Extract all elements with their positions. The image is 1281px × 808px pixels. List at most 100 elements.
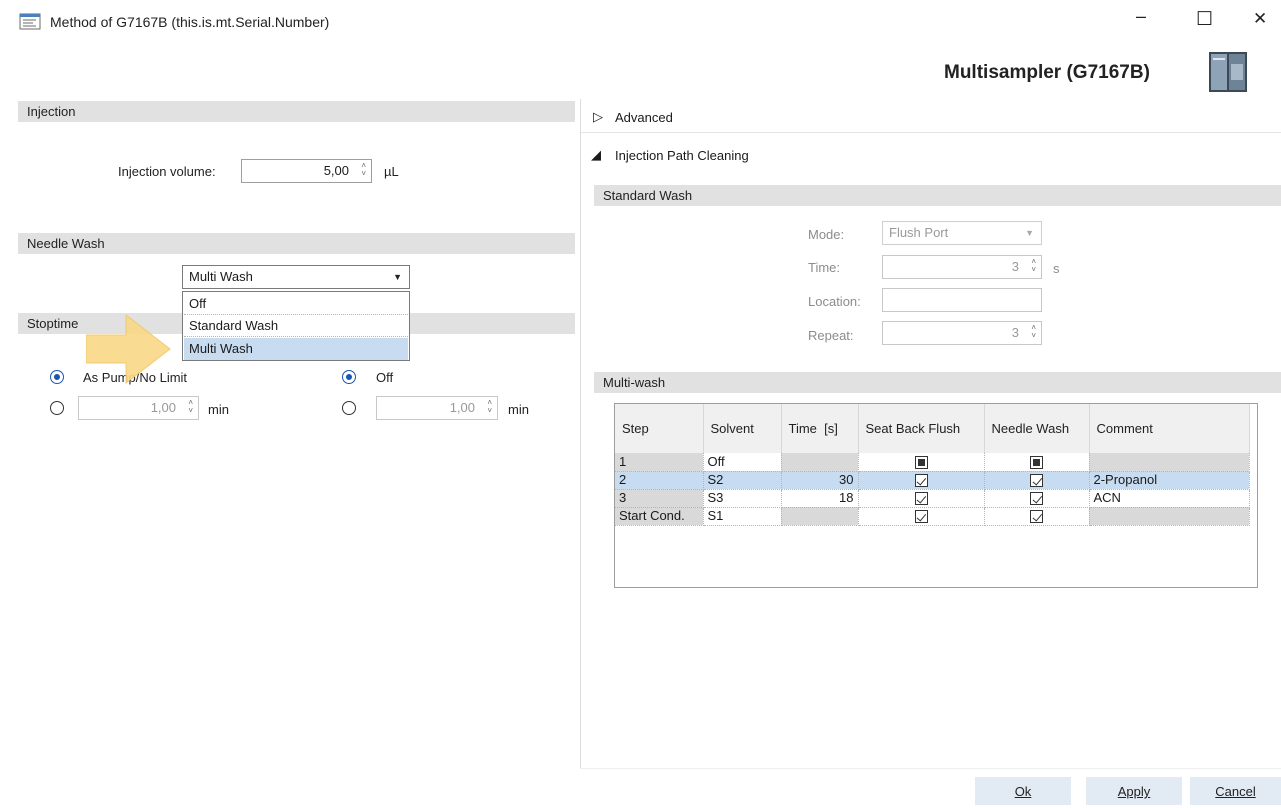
ok-button[interactable]: Ok [975,777,1071,805]
apply-button[interactable]: Apply [1086,777,1182,805]
step-cell: 1 [615,453,704,472]
expand-right-icon[interactable]: ▷ [593,109,603,125]
posttime-value-radio[interactable] [342,401,356,415]
time-input[interactable]: 3 ˄ ˅ [882,255,1042,279]
posttime-unit: min [508,402,529,417]
solvent-cell[interactable]: S2 [703,471,782,490]
injection-volume-value: 5,00 [323,163,349,178]
needle-wash-selected: Multi Wash [189,269,253,284]
checkbox-checked-icon[interactable] [1030,474,1043,488]
comment-cell [1089,453,1250,472]
table-row[interactable]: 1 Off [615,453,1250,472]
table-row[interactable]: 2 S2 30 2-Propanol [615,471,1250,490]
repeat-value: 3 [1011,325,1019,340]
mode-label: Mode: [808,227,845,242]
spinner-arrows-icon[interactable]: ˄ ˅ [1031,258,1036,274]
solvent-cell[interactable]: S3 [703,489,782,508]
checkbox-checked-icon[interactable] [914,510,928,524]
comment-cell[interactable]: 2-Propanol [1089,471,1250,490]
posttime-off-label: Off [376,370,394,385]
solvent-cell[interactable]: Off [703,453,782,472]
stoptime-value-input[interactable]: 1,00 ˄ ˅ [78,396,199,420]
column-header-time[interactable]: Time [s] [781,404,859,453]
column-header-comment[interactable]: Comment [1089,404,1250,453]
step-cell: 3 [615,489,704,508]
window-title: Method of G7167B (this.is.mt.Serial.Numb… [50,14,330,30]
seat-back-flush-cell[interactable] [858,507,985,526]
posttime-value-input[interactable]: 1,00 ˄ ˅ [376,396,498,420]
location-input[interactable] [882,288,1042,312]
spinner-arrows-icon[interactable]: ˄ ˅ [188,399,193,415]
injection-path-cleaning-expander[interactable]: ◢ Injection Path Cleaning [581,140,1281,172]
time-cell[interactable]: 30 [781,471,859,490]
injection-volume-label: Injection volume: [118,164,216,179]
table-row[interactable]: 3 S3 18 ACN [615,489,1250,508]
close-button[interactable]: ✕ [1253,9,1267,29]
maximize-button[interactable]: ☐ [1196,8,1213,31]
needle-wash-cell[interactable] [984,453,1090,472]
stoptime-value-radio[interactable] [50,401,64,415]
spinner-arrows-icon[interactable]: ˄ ˅ [361,162,366,178]
dropdown-option-standard-wash[interactable]: Standard Wash [184,315,408,337]
step-cell: Start Cond. [615,507,704,526]
stoptime-nolimit-radio[interactable] [50,370,64,384]
needle-wash-dropdown-list: Off Standard Wash Multi Wash [182,291,410,361]
checkbox-checked-icon[interactable] [1030,492,1043,506]
standard-wash-section-header: Standard Wash [594,185,1281,206]
device-image-icon [1207,50,1249,94]
column-header-step[interactable]: Step [615,404,704,453]
ok-button-label: Ok [1014,784,1032,799]
spinner-arrows-icon[interactable]: ˄ ˅ [1031,324,1036,340]
indeterminate-checkbox-icon[interactable] [1030,455,1043,469]
comment-cell[interactable]: ACN [1089,489,1250,508]
column-header-solvent[interactable]: Solvent [703,404,782,453]
advanced-label: Advanced [615,110,673,125]
dropdown-option-multi-wash[interactable]: Multi Wash [184,338,408,360]
stoptime-unit: min [208,402,229,417]
collapse-icon[interactable]: ◢ [591,147,601,163]
table-row[interactable]: Start Cond. S1 [615,507,1250,526]
seat-back-flush-cell[interactable] [858,471,985,490]
mode-dropdown[interactable]: Flush Port ▼ [882,221,1042,245]
solvent-cell[interactable]: S1 [703,507,782,526]
seat-back-flush-cell[interactable] [858,489,985,508]
time-cell [781,507,859,526]
checkbox-checked-icon[interactable] [914,492,928,506]
posttime-off-radio[interactable] [342,370,356,384]
app-icon [19,13,43,31]
chevron-down-icon[interactable]: ▼ [393,266,402,288]
needle-wash-cell[interactable] [984,471,1090,490]
spinner-arrows-icon[interactable]: ˄ ˅ [487,399,492,415]
injection-section-header: Injection [18,101,575,122]
injection-volume-input[interactable]: 5,00 ˄ ˅ [241,159,372,183]
time-cell [781,453,859,472]
dropdown-option-off[interactable]: Off [184,293,408,315]
injection-path-cleaning-label: Injection Path Cleaning [615,148,749,163]
stoptime-value: 1,00 [150,400,176,415]
column-header-needle-wash[interactable]: Needle Wash [984,404,1090,453]
minimize-button[interactable]: – [1136,6,1146,27]
checkbox-checked-icon[interactable] [1030,510,1043,524]
advanced-expander[interactable]: ▷ Advanced [581,101,1281,133]
needle-wash-cell[interactable] [984,507,1090,526]
time-label: Time: [808,260,841,275]
repeat-input[interactable]: 3 ˄ ˅ [882,321,1042,345]
highlight-arrow-icon [85,313,176,385]
chevron-down-icon[interactable]: ▼ [1025,222,1034,244]
device-title: Multisampler (G7167B) [944,62,1150,83]
indeterminate-checkbox-icon[interactable] [914,455,928,469]
cancel-button[interactable]: Cancel [1190,777,1281,805]
time-cell[interactable]: 18 [781,489,859,508]
needle-wash-section-header: Needle Wash [18,233,575,254]
right-panel-border [580,99,581,769]
seat-back-flush-cell[interactable] [858,453,985,472]
mode-value: Flush Port [889,225,949,240]
bottom-bar-divider [580,768,1281,769]
injection-volume-unit: µL [384,164,399,179]
multi-wash-grid: Step Solvent Time [s] Seat Back Flush Ne… [614,403,1258,588]
checkbox-checked-icon[interactable] [914,474,928,488]
column-header-seat-back-flush[interactable]: Seat Back Flush [858,404,985,453]
needle-wash-cell[interactable] [984,489,1090,508]
multi-wash-section-header: Multi-wash [594,372,1281,393]
needle-wash-dropdown[interactable]: Multi Wash ▼ [182,265,410,289]
